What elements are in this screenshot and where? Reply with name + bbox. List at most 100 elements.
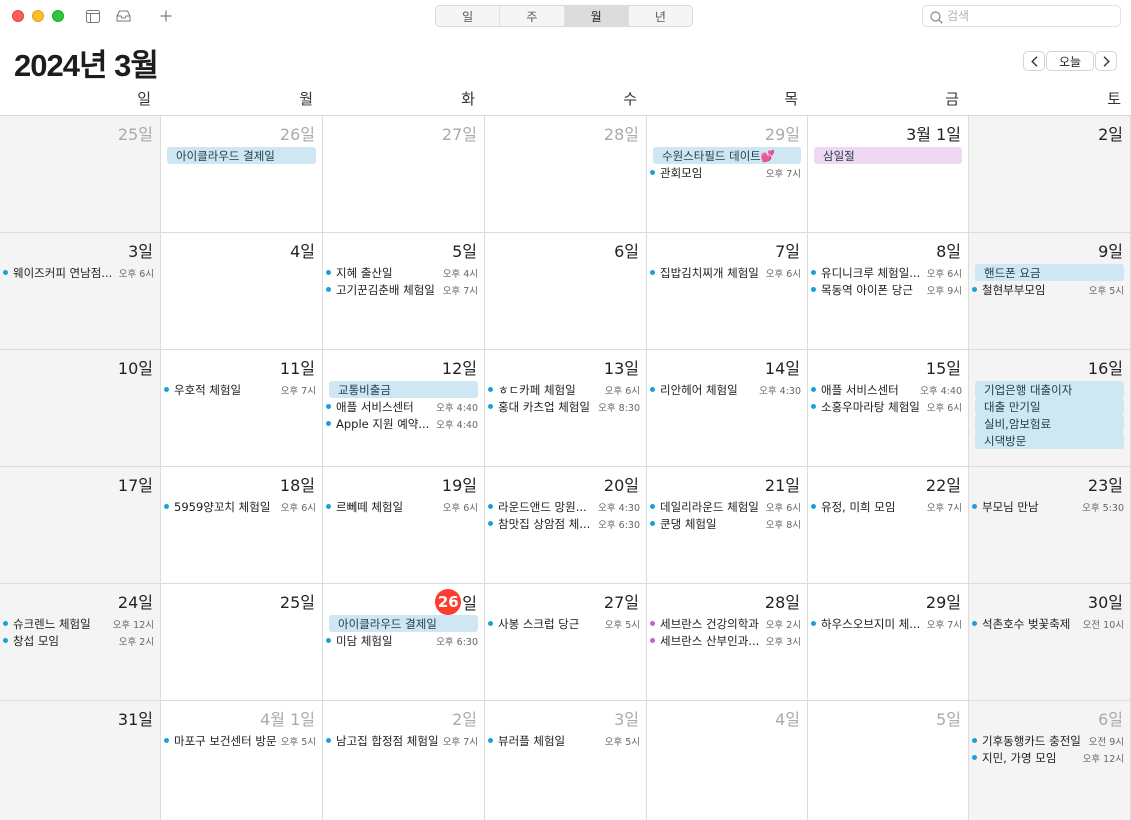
day-cell[interactable]: 29일 하우스오브지미 체... 오후 7시 xyxy=(808,584,969,701)
day-cell[interactable]: 6일 기후동행카드 충전일 오전 9시 지민, 가영 모임 오후 12시 xyxy=(969,701,1131,820)
calendar-list-icon[interactable] xyxy=(82,6,104,26)
all-day-event[interactable]: 아이클라우드 결제일 xyxy=(329,615,478,632)
day-cell[interactable]: 20일 라운드앤드 망원... 오후 4:30 참맛집 상암점 체... 오후 6:30 xyxy=(485,467,647,584)
timed-event[interactable]: 참맛집 상암점 체... 오후 6:30 xyxy=(488,515,640,532)
all-day-event[interactable]: 시댁방문 xyxy=(975,432,1124,449)
next-month-button[interactable] xyxy=(1095,51,1117,71)
view-day-tab[interactable]: 일 xyxy=(436,6,501,26)
timed-event[interactable]: 유디니크루 체험일... 오후 6시 xyxy=(811,264,962,281)
day-cell[interactable]: 26 일 아이클라우드 결제일 미담 체험일 오후 6:30 xyxy=(323,584,485,701)
timed-event[interactable]: 세브란스 건강의학과 오후 2시 xyxy=(650,615,801,632)
day-cell[interactable]: 29일 수원스타필드 데이트💕 관회모임 오후 7시 xyxy=(647,116,808,233)
day-cell[interactable]: 2일 남고집 합정점 체험일 오후 7시 xyxy=(323,701,485,820)
timed-event[interactable]: 철현부부모임 오후 5시 xyxy=(972,281,1124,298)
timed-event[interactable]: ㅎㄷ카페 체험일 오후 6시 xyxy=(488,381,640,398)
day-cell[interactable]: 28일 세브란스 건강의학과 오후 2시 세브란스 산부인과... 오후 3시 xyxy=(647,584,808,701)
day-cell[interactable]: 26일 아이클라우드 결제일 xyxy=(161,116,323,233)
day-cell[interactable]: 6일 xyxy=(485,233,647,350)
day-cell[interactable]: 3일 뷰러플 체험일 오후 5시 xyxy=(485,701,647,820)
timed-event[interactable]: 데일리라운드 체험일 오후 6시 xyxy=(650,498,801,515)
day-cell[interactable]: 18일 5959양꼬치 체험일 오후 6시 xyxy=(161,467,323,584)
search-input[interactable] xyxy=(947,8,1117,24)
timed-event[interactable]: 소홍우마라탕 체험일 오후 6시 xyxy=(811,398,962,415)
timed-event[interactable]: 관회모임 오후 7시 xyxy=(650,164,801,181)
day-cell[interactable]: 25일 xyxy=(161,584,323,701)
day-cell[interactable]: 27일 사봉 스크럽 당근 오후 5시 xyxy=(485,584,647,701)
timed-event[interactable]: 마포구 보건센터 방문 오후 5시 xyxy=(164,732,316,749)
view-week-tab[interactable]: 주 xyxy=(500,6,565,26)
day-cell[interactable]: 31일 xyxy=(0,701,161,820)
day-cell[interactable]: 15일 애플 서비스센터 오후 4:40 소홍우마라탕 체험일 오후 6시 xyxy=(808,350,969,467)
view-month-tab[interactable]: 월 xyxy=(564,6,629,26)
timed-event[interactable]: 사봉 스크럽 당근 오후 5시 xyxy=(488,615,640,632)
timed-event[interactable]: 하우스오브지미 체... 오후 7시 xyxy=(811,615,962,632)
all-day-event[interactable]: 교통비출금 xyxy=(329,381,478,398)
all-day-event[interactable]: 삼일절 xyxy=(814,147,962,164)
timed-event[interactable]: 웨이즈커피 연남점... 오후 6시 xyxy=(3,264,154,281)
day-cell[interactable]: 9일 핸드폰 요금 철현부부모임 오후 5시 xyxy=(969,233,1131,350)
timed-event[interactable]: 리안헤어 체험일 오후 4:30 xyxy=(650,381,801,398)
day-cell[interactable]: 28일 xyxy=(485,116,647,233)
all-day-event[interactable]: 수원스타필드 데이트💕 xyxy=(653,147,801,164)
timed-event[interactable]: 지혜 출산일 오후 4시 xyxy=(326,264,478,281)
day-cell[interactable]: 14일 리안헤어 체험일 오후 4:30 xyxy=(647,350,808,467)
timed-event[interactable]: 부모님 만남 오후 5:30 xyxy=(972,498,1124,515)
day-cell[interactable]: 13일 ㅎㄷ카페 체험일 오후 6시 홍대 카츠업 체험일 오후 8:30 xyxy=(485,350,647,467)
timed-event[interactable]: 우호적 체험일 오후 7시 xyxy=(164,381,316,398)
timed-event[interactable]: 유정, 미희 모임 오후 7시 xyxy=(811,498,962,515)
day-cell[interactable]: 3월 1일 삼일절 xyxy=(808,116,969,233)
day-cell[interactable]: 21일 데일리라운드 체험일 오후 6시 쿤댕 체험일 오후 8시 xyxy=(647,467,808,584)
day-cell[interactable]: 5일 지혜 출산일 오후 4시 고기꾼김춘배 체험일 오후 7시 xyxy=(323,233,485,350)
add-event-icon[interactable] xyxy=(155,6,177,26)
timed-event[interactable]: 애플 서비스센터 오후 4:40 xyxy=(811,381,962,398)
day-cell[interactable]: 22일 유정, 미희 모임 오후 7시 xyxy=(808,467,969,584)
day-cell[interactable]: 11일 우호적 체험일 오후 7시 xyxy=(161,350,323,467)
all-day-event[interactable]: 기업은행 대출이자 xyxy=(975,381,1124,398)
day-cell[interactable]: 27일 xyxy=(323,116,485,233)
timed-event[interactable]: 고기꾼김춘배 체험일 오후 7시 xyxy=(326,281,478,298)
day-cell[interactable]: 7일 집밥김치찌개 체험일 오후 6시 xyxy=(647,233,808,350)
day-cell[interactable]: 4일 xyxy=(161,233,323,350)
day-cell[interactable]: 23일 부모님 만남 오후 5:30 xyxy=(969,467,1131,584)
inbox-icon[interactable] xyxy=(112,6,134,26)
all-day-event[interactable]: 대출 만기일 xyxy=(975,398,1124,415)
minimize-window-button[interactable] xyxy=(32,10,44,22)
timed-event[interactable]: 홍대 카츠업 체험일 오후 8:30 xyxy=(488,398,640,415)
timed-event[interactable]: Apple 지원 예약... 오후 4:40 xyxy=(326,415,478,432)
timed-event[interactable]: 지민, 가영 모임 오후 12시 xyxy=(972,749,1124,766)
timed-event[interactable]: 기후동행카드 충전일 오전 9시 xyxy=(972,732,1124,749)
day-cell[interactable]: 4월 1일 마포구 보건센터 방문 오후 5시 xyxy=(161,701,323,820)
day-cell[interactable]: 5일 xyxy=(808,701,969,820)
day-cell[interactable]: 16일 기업은행 대출이자 대출 만기일 실비,암보험료 시댁방문 xyxy=(969,350,1131,467)
day-cell[interactable]: 30일 석촌호수 벚꽃축제 오전 10시 xyxy=(969,584,1131,701)
timed-event[interactable]: 세브란스 산부인과... 오후 3시 xyxy=(650,632,801,649)
timed-event[interactable]: 석촌호수 벚꽃축제 오전 10시 xyxy=(972,615,1124,632)
view-year-tab[interactable]: 년 xyxy=(629,6,692,26)
timed-event[interactable]: 창섭 모임 오후 2시 xyxy=(3,632,154,649)
day-cell[interactable]: 12일 교통비출금 애플 서비스센터 오후 4:40 Apple 지원 예약... 오후 … xyxy=(323,350,485,467)
day-cell[interactable]: 25일 xyxy=(0,116,161,233)
previous-month-button[interactable] xyxy=(1023,51,1045,71)
timed-event[interactable]: 5959양꼬치 체험일 오후 6시 xyxy=(164,498,316,515)
day-cell[interactable]: 3일 웨이즈커피 연남점... 오후 6시 xyxy=(0,233,161,350)
timed-event[interactable]: 집밥김치찌개 체험일 오후 6시 xyxy=(650,264,801,281)
timed-event[interactable]: 슈크렌느 체험일 오후 12시 xyxy=(3,615,154,632)
day-cell[interactable]: 4일 xyxy=(647,701,808,820)
timed-event[interactable]: 목동역 아이폰 당근 오후 9시 xyxy=(811,281,962,298)
timed-event[interactable]: 뷰러플 체험일 오후 5시 xyxy=(488,732,640,749)
today-button[interactable]: 오늘 xyxy=(1046,51,1094,71)
timed-event[interactable]: 남고집 합정점 체험일 오후 7시 xyxy=(326,732,478,749)
zoom-window-button[interactable] xyxy=(52,10,64,22)
day-cell[interactable]: 19일 르뻬떼 체험일 오후 6시 xyxy=(323,467,485,584)
timed-event[interactable]: 애플 서비스센터 오후 4:40 xyxy=(326,398,478,415)
day-cell[interactable]: 24일 슈크렌느 체험일 오후 12시 창섭 모임 오후 2시 xyxy=(0,584,161,701)
day-cell[interactable]: 2일 xyxy=(969,116,1131,233)
day-cell[interactable]: 8일 유디니크루 체험일... 오후 6시 목동역 아이폰 당근 오후 9시 xyxy=(808,233,969,350)
day-cell[interactable]: 17일 xyxy=(0,467,161,584)
timed-event[interactable]: 르뻬떼 체험일 오후 6시 xyxy=(326,498,478,515)
all-day-event[interactable]: 실비,암보험료 xyxy=(975,415,1124,432)
close-window-button[interactable] xyxy=(12,10,24,22)
all-day-event[interactable]: 핸드폰 요금 xyxy=(975,264,1124,281)
timed-event[interactable]: 라운드앤드 망원... 오후 4:30 xyxy=(488,498,640,515)
day-cell[interactable]: 10일 xyxy=(0,350,161,467)
